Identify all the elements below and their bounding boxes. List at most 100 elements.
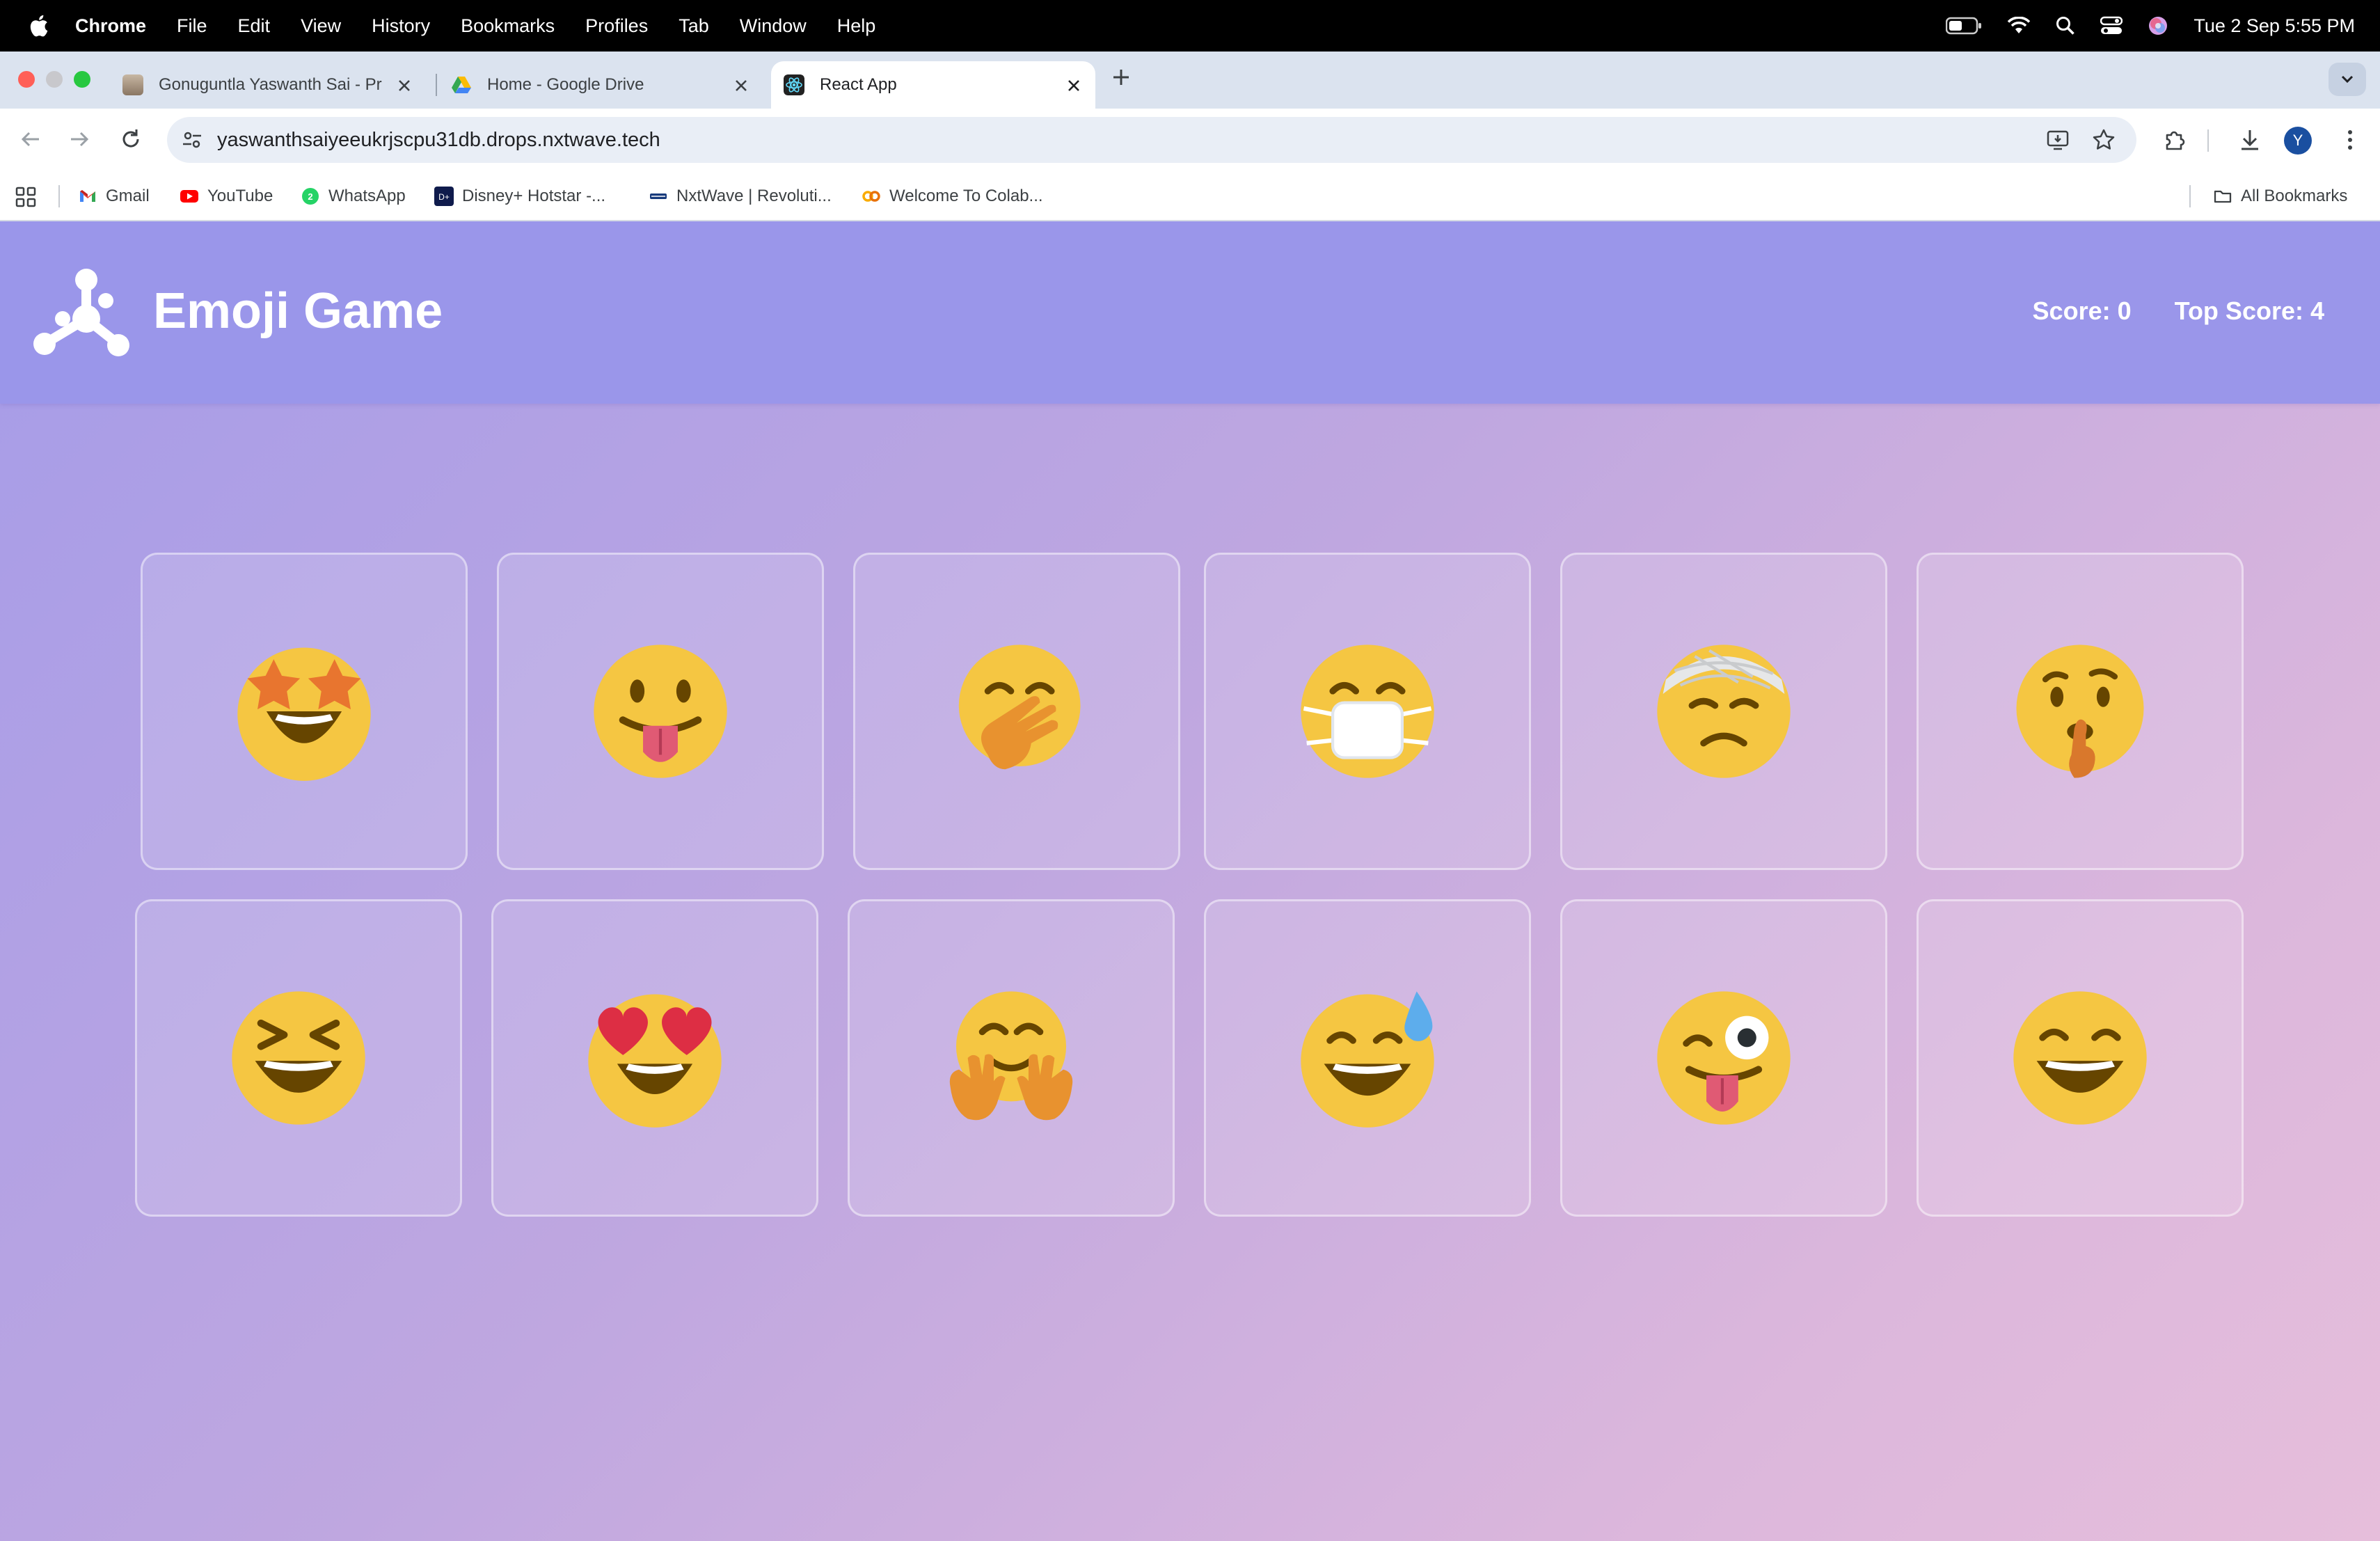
smiling-face-with-heart-eyes-icon xyxy=(588,994,722,1128)
bookmark-star-icon[interactable] xyxy=(2091,127,2117,153)
menubar-clock[interactable]: Tue 2 Sep 5:55 PM xyxy=(2193,15,2355,37)
bookmark-hotstar[interactable]: D+ Disney+ Hotstar -... xyxy=(434,171,605,221)
menubar-status-area: Tue 2 Sep 5:55 PM xyxy=(1946,0,2355,52)
macos-menubar: Chrome File Edit View History Bookmarks … xyxy=(0,0,2380,52)
extensions-puzzle-icon[interactable] xyxy=(2160,125,2189,155)
site-settings-icon[interactable] xyxy=(181,129,203,151)
tab-profile[interactable]: Gonuguntla Yaswanth Sai - Pr xyxy=(110,61,426,109)
tongue-out-face-icon xyxy=(594,645,727,778)
svg-text:D+: D+ xyxy=(438,192,450,202)
emoji-card[interactable] xyxy=(141,553,468,870)
emoji-card[interactable] xyxy=(491,899,818,1217)
url-text[interactable]: yaswanthsaiyeeukrjscpu31db.drops.nxtwave… xyxy=(217,117,660,163)
tab-title: Home - Google Drive xyxy=(487,75,644,94)
menu-profiles[interactable]: Profiles xyxy=(585,15,648,37)
back-arrow-icon[interactable] xyxy=(15,124,46,155)
chevron-down-icon xyxy=(2341,75,2354,84)
bookmarks-bar: Gmail YouTube 2 WhatsApp D+ Disney+ Hots… xyxy=(0,171,2380,221)
bookmark-whatsapp[interactable]: 2 WhatsApp xyxy=(301,171,406,221)
bookmark-nxtwave[interactable]: NxtWave | Revoluti... xyxy=(649,171,832,221)
top-score: Top Score: 4 xyxy=(2174,297,2324,325)
close-icon[interactable] xyxy=(395,77,413,95)
emoji-card[interactable] xyxy=(1560,899,1887,1217)
profile-photo-icon xyxy=(122,74,143,95)
forward-arrow-icon[interactable] xyxy=(64,124,95,155)
emoji-card[interactable] xyxy=(1204,553,1531,870)
bookmark-label: YouTube xyxy=(207,187,273,205)
reload-icon[interactable] xyxy=(116,124,146,155)
game-header: Emoji Game Score: 0 Top Score: 4 xyxy=(0,221,2380,404)
more-menu-icon[interactable] xyxy=(2335,125,2365,155)
bookmark-label: Gmail xyxy=(106,187,150,205)
menu-history[interactable]: History xyxy=(372,15,430,37)
folder-icon xyxy=(2214,190,2232,203)
emoji-card[interactable] xyxy=(1560,553,1887,870)
close-icon[interactable] xyxy=(732,77,750,95)
gmail-icon xyxy=(80,190,95,202)
youtube-icon xyxy=(180,190,198,203)
google-drive-icon xyxy=(452,77,471,93)
grinning-squinting-face-icon xyxy=(232,991,365,1125)
browser-toolbar: yaswanthsaiyeeukrjscpu31db.drops.nxtwave… xyxy=(0,109,2380,171)
bookmarks-separator xyxy=(58,185,60,207)
window-zoom-button[interactable] xyxy=(74,71,90,88)
all-bookmarks-button[interactable]: All Bookmarks xyxy=(2213,171,2347,221)
tab-separator xyxy=(436,74,437,96)
battery-icon[interactable] xyxy=(1946,17,1982,35)
bookmarks-separator xyxy=(2189,185,2191,207)
menu-window[interactable]: Window xyxy=(740,15,807,37)
menu-app-chrome[interactable]: Chrome xyxy=(75,15,146,37)
menu-file[interactable]: File xyxy=(177,15,207,37)
emoji-game-logo-icon xyxy=(33,269,129,356)
bookmark-gmail[interactable]: Gmail xyxy=(78,171,150,221)
nxtwave-icon xyxy=(650,193,667,199)
downloads-icon[interactable] xyxy=(2235,125,2264,155)
emoji-card[interactable] xyxy=(1917,899,2244,1217)
profile-avatar[interactable]: Y xyxy=(2284,127,2312,155)
window-close-button[interactable] xyxy=(18,71,35,88)
face-with-hand-over-mouth-icon xyxy=(958,645,1081,770)
menu-tab[interactable]: Tab xyxy=(679,15,709,37)
menu-help[interactable]: Help xyxy=(837,15,876,37)
current-score: Score: 0 xyxy=(2032,297,2132,325)
emoji-card[interactable] xyxy=(1204,899,1531,1217)
siri-icon[interactable] xyxy=(2148,15,2168,36)
control-center-icon[interactable] xyxy=(2100,16,2123,35)
tab-title: Gonuguntla Yaswanth Sai - Pr xyxy=(159,75,382,94)
tab-title: React App xyxy=(820,75,897,94)
window-minimize-button[interactable] xyxy=(46,71,63,88)
face-with-medical-mask-icon xyxy=(1301,645,1434,778)
address-bar[interactable]: yaswanthsaiyeeukrjscpu31db.drops.nxtwave… xyxy=(167,117,2136,163)
tab-search-button[interactable] xyxy=(2329,63,2366,96)
emoji-card[interactable] xyxy=(848,899,1175,1217)
colab-icon xyxy=(862,191,880,202)
bookmark-colab[interactable]: Welcome To Colab... xyxy=(862,171,1043,221)
close-icon[interactable] xyxy=(1065,77,1083,95)
wifi-icon[interactable] xyxy=(2007,17,2031,35)
hugging-face-icon xyxy=(949,991,1073,1121)
bookmark-label: WhatsApp xyxy=(328,187,406,205)
menu-view[interactable]: View xyxy=(301,15,341,37)
emoji-card[interactable] xyxy=(1917,553,2244,870)
react-icon xyxy=(784,74,804,95)
install-app-icon[interactable] xyxy=(2045,127,2071,153)
shushing-face-icon xyxy=(2016,645,2144,778)
emoji-card[interactable] xyxy=(853,553,1180,870)
tab-react-app[interactable]: React App xyxy=(771,61,1095,109)
emoji-card[interactable] xyxy=(135,899,462,1217)
face-with-head-bandage-icon xyxy=(1657,645,1791,778)
apps-grid-icon[interactable] xyxy=(15,187,36,207)
bookmark-youtube[interactable]: YouTube xyxy=(180,171,273,221)
bookmark-label: Disney+ Hotstar -... xyxy=(462,187,606,205)
emoji-card[interactable] xyxy=(497,553,824,870)
star-struck-face-icon xyxy=(237,647,371,781)
hotstar-icon: D+ xyxy=(434,187,454,206)
svg-text:2: 2 xyxy=(308,191,312,202)
tab-google-drive[interactable]: Home - Google Drive xyxy=(438,61,763,109)
spotlight-search-icon[interactable] xyxy=(2056,16,2075,35)
menu-bookmarks[interactable]: Bookmarks xyxy=(461,15,555,37)
menu-edit[interactable]: Edit xyxy=(238,15,271,37)
apple-logo-icon[interactable] xyxy=(28,14,49,38)
tab-strip: Gonuguntla Yaswanth Sai - Pr Home - Goog… xyxy=(0,52,2380,109)
new-tab-icon[interactable] xyxy=(1109,65,1133,89)
